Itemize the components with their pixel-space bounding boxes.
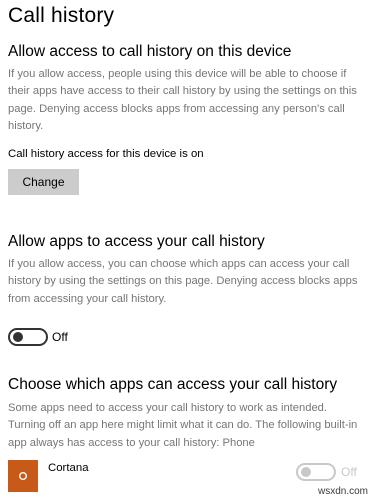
- choose-apps-description: Some apps need to access your call histo…: [8, 402, 358, 449]
- toggle-knob: [13, 332, 23, 342]
- device-access-description: If you allow access, people using this d…: [8, 68, 357, 132]
- choose-apps-heading: Choose which apps can access your call h…: [8, 376, 338, 393]
- apps-access-heading: Allow apps to access your call history: [8, 233, 265, 250]
- change-button[interactable]: Change: [8, 169, 79, 195]
- apps-access-description: If you allow access, you can choose whic…: [8, 258, 358, 305]
- cortana-toggle[interactable]: [296, 463, 336, 481]
- watermark: wsxdn.com: [317, 486, 368, 497]
- cortana-icon: [8, 460, 38, 492]
- device-access-status: Call history access for this device is o…: [8, 148, 204, 160]
- page-title: Call history: [8, 4, 115, 27]
- app-name: Cortana: [48, 462, 89, 474]
- cortana-toggle-label: Off: [341, 465, 357, 479]
- toggle-knob: [301, 467, 311, 477]
- apps-access-toggle-label: Off: [52, 330, 68, 344]
- device-access-heading: Allow access to call history on this dev…: [8, 43, 292, 60]
- apps-access-toggle[interactable]: [8, 328, 48, 346]
